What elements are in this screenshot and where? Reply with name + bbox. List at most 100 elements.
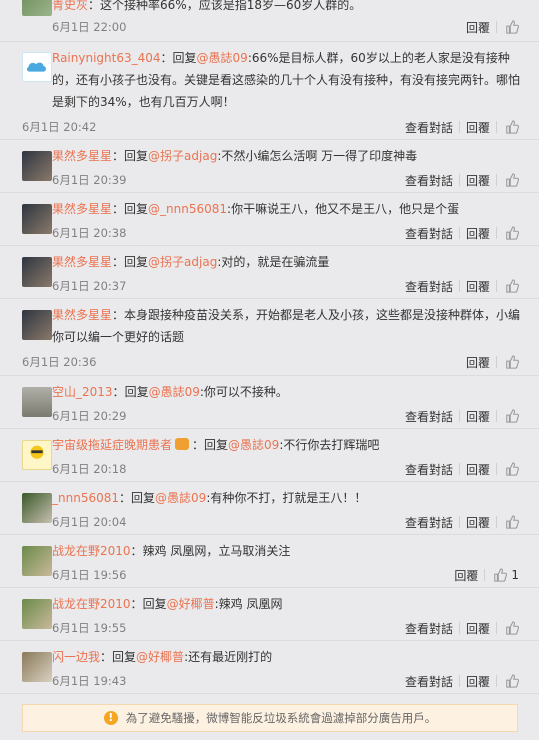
mention-link[interactable]: @_nnn56081: [148, 202, 227, 216]
reply-button[interactable]: 回覆: [448, 567, 484, 584]
comment-body: :不然小编怎么活啊 万一得了印度神毒: [217, 149, 418, 163]
view-conversation-button[interactable]: 查看對話: [399, 461, 459, 478]
view-conversation-button[interactable]: 查看對話: [399, 514, 459, 531]
avatar[interactable]: [22, 52, 52, 82]
mention-link[interactable]: @愚誌09: [228, 438, 279, 452]
avatar[interactable]: [22, 599, 52, 629]
reply-separator: ：: [119, 491, 132, 505]
thumbs-up-icon: [506, 226, 519, 240]
reply-button[interactable]: 回覆: [460, 673, 496, 690]
reply-button[interactable]: 回覆: [460, 514, 496, 531]
comment-time: 6月1日 20:36: [22, 355, 97, 369]
like-count: 1: [511, 568, 519, 582]
comment-username[interactable]: 战龙在野2010: [52, 544, 131, 558]
avatar[interactable]: [22, 0, 52, 16]
reply-button[interactable]: 回覆: [460, 461, 496, 478]
avatar[interactable]: [22, 652, 52, 682]
avatar[interactable]: [22, 546, 52, 576]
avatar[interactable]: [22, 493, 52, 523]
reply-prefix: 回复: [142, 597, 167, 611]
reply-button[interactable]: 回覆: [460, 354, 496, 371]
avatar[interactable]: [22, 310, 52, 340]
like-button[interactable]: [497, 674, 519, 688]
view-conversation-button[interactable]: 查看對話: [399, 225, 459, 242]
comment-username[interactable]: 果然多星星: [52, 149, 112, 163]
comment-username[interactable]: 果然多星星: [52, 202, 112, 216]
like-button[interactable]: [497, 409, 519, 423]
comment-item: Rainynight63_404：回复@愚誌09:66%是目标人群，60岁以上的…: [0, 42, 539, 140]
mention-link[interactable]: @愚誌09: [197, 51, 248, 65]
comment-username[interactable]: Rainynight63_404: [52, 51, 161, 65]
view-conversation-button[interactable]: 查看對話: [399, 620, 459, 637]
comment-username[interactable]: 闪一边我: [52, 650, 100, 664]
comment-item: 果然多星星：回复@拐子adjag:不然小编怎么活啊 万一得了印度神毒 6月1日 …: [0, 140, 539, 193]
thumbs-up-icon: [506, 409, 519, 423]
mention-link[interactable]: @好椰普: [167, 597, 215, 611]
comment-username[interactable]: 果然多星星: [52, 308, 112, 322]
comment-body: :辣鸡 凤凰网: [214, 597, 283, 611]
thumbs-up-icon: [506, 173, 519, 187]
mention-link[interactable]: @好椰普: [136, 650, 184, 664]
like-button[interactable]: [497, 226, 519, 240]
mention-link[interactable]: @愚誌09: [149, 385, 200, 399]
avatar[interactable]: [22, 151, 52, 181]
reply-prefix: 回复: [124, 149, 149, 163]
avatar[interactable]: [22, 204, 52, 234]
like-button[interactable]: [497, 20, 519, 34]
comment-username[interactable]: 战龙在野2010: [52, 597, 131, 611]
thumbs-up-icon: [506, 20, 519, 34]
cartoon-avatar-icon: [30, 445, 44, 459]
reply-button[interactable]: 回覆: [460, 119, 496, 136]
comment-time: 6月1日 20:37: [52, 279, 127, 293]
avatar[interactable]: [22, 387, 52, 417]
reply-separator: ：: [112, 202, 125, 216]
reply-button[interactable]: 回覆: [460, 620, 496, 637]
avatar[interactable]: [22, 257, 52, 287]
comment-time: 6月1日 19:43: [52, 674, 127, 688]
comment-item: 宇宙级拖延症晚期患者 ：回复@愚誌09:不行你去打辉瑞吧 6月1日 20:18 查…: [0, 429, 539, 482]
comment-username[interactable]: 宇宙级拖延症晚期患者: [52, 438, 172, 452]
view-conversation-button[interactable]: 查看對話: [399, 673, 459, 690]
like-button[interactable]: 1: [485, 568, 519, 582]
like-button[interactable]: [497, 120, 519, 134]
reply-button[interactable]: 回覆: [460, 19, 496, 36]
comment-username[interactable]: 青史灰: [52, 0, 88, 12]
comment-username[interactable]: _nnn56081: [52, 491, 119, 505]
view-conversation-button[interactable]: 查看對話: [399, 408, 459, 425]
comment-username[interactable]: 果然多星星: [52, 255, 112, 269]
like-button[interactable]: [497, 279, 519, 293]
comment-time: 6月1日 20:39: [52, 173, 127, 187]
comment-body: :有种你不打，打就是王八！！: [206, 491, 367, 505]
thumbs-up-icon: [506, 621, 519, 635]
comment-body: :不行你去打辉瑞吧: [279, 438, 380, 452]
thumbs-up-icon: [506, 279, 519, 293]
cloud-avatar-icon: [26, 62, 46, 72]
comment-time: 6月1日 20:29: [52, 409, 127, 423]
view-conversation-button[interactable]: 查看對話: [399, 172, 459, 189]
mention-link[interactable]: @拐子adjag: [148, 255, 217, 269]
notice-text: 為了避免騷擾，微博智能反垃圾系統會過濾掉部分廣告用戶。: [125, 711, 437, 725]
thumbs-up-icon: [506, 515, 519, 529]
like-button[interactable]: [497, 515, 519, 529]
mention-link[interactable]: @拐子adjag: [148, 149, 217, 163]
avatar[interactable]: [22, 440, 52, 470]
reply-button[interactable]: 回覆: [460, 172, 496, 189]
warning-icon: !: [103, 711, 118, 725]
comment-time: 6月1日 20:04: [52, 515, 127, 529]
comment-body: ：本身跟接种疫苗没关系，开始都是老人及小孩，这些都是没接种群体，小编你可以编一个…: [52, 308, 521, 344]
reply-prefix: 回复: [124, 385, 149, 399]
reply-button[interactable]: 回覆: [460, 278, 496, 295]
comment-time: 6月1日 20:38: [52, 226, 127, 240]
comment-time: 6月1日 20:42: [22, 120, 97, 134]
comment-username[interactable]: 空山_2013: [52, 385, 113, 399]
mention-link[interactable]: @愚誌09: [155, 491, 206, 505]
view-conversation-button[interactable]: 查看對話: [399, 278, 459, 295]
reply-button[interactable]: 回覆: [460, 408, 496, 425]
reply-prefix: 回复: [112, 650, 137, 664]
like-button[interactable]: [497, 621, 519, 635]
view-conversation-button[interactable]: 查看對話: [399, 119, 459, 136]
like-button[interactable]: [497, 355, 519, 369]
reply-button[interactable]: 回覆: [460, 225, 496, 242]
like-button[interactable]: [497, 173, 519, 187]
like-button[interactable]: [497, 462, 519, 476]
